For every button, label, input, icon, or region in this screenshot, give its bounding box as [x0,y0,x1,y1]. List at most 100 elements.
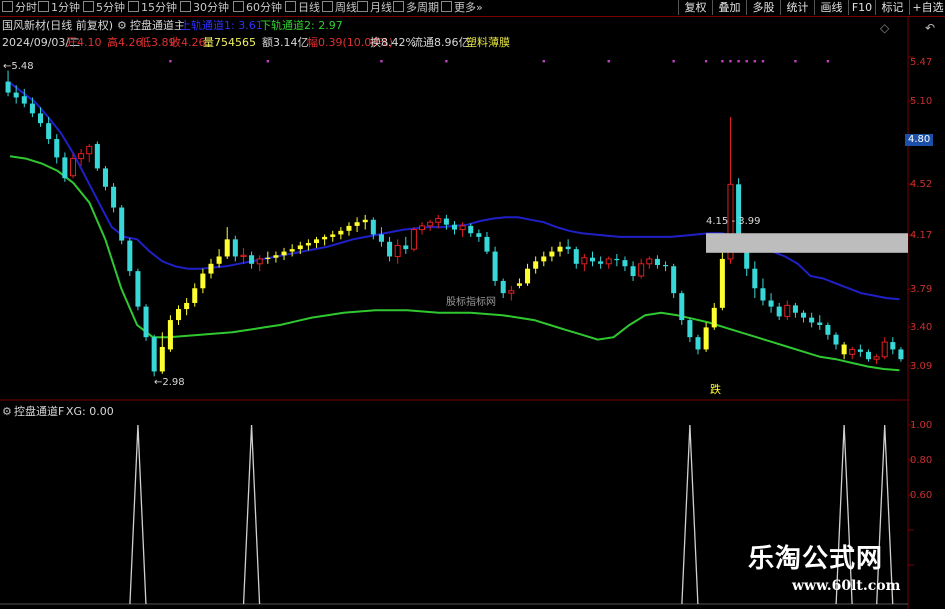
candle-body [549,251,555,257]
candle-body [78,153,85,160]
sub-tick: 1.00 [910,420,933,431]
candle-body [167,320,173,350]
candle-body [119,207,125,241]
price-tick: 3.09 [910,361,933,372]
sub-indicator-name[interactable]: 控盘通道F [14,405,64,418]
upper-band-label: 上轨通道1: 3.61 [180,19,263,32]
signal-dot [721,60,724,63]
source-label: 股标指标网 [446,297,496,308]
signal-dot [380,60,383,63]
signal-dot [704,60,708,63]
candle-body [873,356,880,360]
candle-body [492,251,498,281]
back-arrow-icon[interactable]: ↶ [925,22,935,35]
range-label: 4.15 - 3.99 [706,216,761,227]
candle-body [378,234,384,242]
candle-body [94,143,100,169]
close-price: 收4.26 [170,36,206,49]
candle-body [410,229,417,250]
stock-title: 国风新材(日线 前复权) [2,19,114,32]
candle-body [370,219,376,235]
signal-dot [607,60,610,63]
candle-body [557,246,563,252]
signal-dot [745,60,748,63]
candle-body [605,258,612,265]
signal-dot [826,60,830,63]
candle-body [403,245,409,250]
candle-body [792,305,798,313]
range-box [706,233,908,253]
xg-spike [242,424,261,605]
candle-body [127,240,133,272]
candle-body [273,255,279,258]
candle-body [224,239,230,257]
candle-body [768,300,774,307]
watermark-url: www.60lt.com [792,578,901,594]
candle-body [102,168,108,187]
candle-body [451,224,458,230]
candle-body [459,225,466,231]
candle-body [622,260,628,267]
price-tick: 4.52 [910,179,933,190]
candle-body [500,280,506,294]
candle-body [305,243,311,246]
candle-body [484,236,490,252]
current-price-tag: 4.80 [905,134,934,146]
xg-spike [129,424,147,605]
candle-body [736,184,742,240]
candle-body [801,312,807,318]
candle-body [54,139,60,158]
candle-body [200,273,206,289]
candle-body [297,245,303,250]
main-indicator-name[interactable]: 控盘通道主 [130,19,185,32]
price-tick: 5.47 [910,57,933,68]
candle-body [184,302,190,310]
diamond-icon[interactable]: ◇ [880,22,889,35]
candle-body [151,337,157,372]
candle-body [111,186,117,208]
candle-body [21,96,27,104]
candle-body [573,249,579,264]
candle-body [898,349,904,360]
candle-body [346,225,352,231]
signal-dot [169,60,172,63]
candle-body [330,234,336,237]
candle-body [703,327,709,350]
signal-dot [761,60,765,63]
signal-dot [794,60,797,63]
float-cap: 流通8.96亿 [412,36,470,49]
candle-body [256,258,263,265]
max-price-value: 5.48 [11,61,34,72]
min-price-label: ←2.98 [154,377,185,388]
candle-body [38,113,44,124]
candle-body [849,348,856,355]
price-tick: 3.79 [910,284,933,295]
candle-body [776,306,782,317]
candle-body [752,268,758,289]
candle-body [208,263,214,274]
candle-body [313,239,320,244]
candle-body [881,341,888,358]
candle-body [322,236,328,240]
turnover-rate: 换8.42% [370,36,416,49]
candle-body [29,103,35,114]
candle-body [630,266,636,277]
signal-dot [753,60,757,63]
candle-body [663,265,669,267]
price-tick: 3.40 [910,322,933,333]
signal-dot [672,60,675,63]
signal-dot [729,60,732,63]
sub-tick: 0.80 [910,455,933,466]
candle-body [249,255,255,264]
candle-body [69,158,77,177]
sector-label[interactable]: 塑料薄膜 [466,36,510,49]
candle-body [841,344,847,355]
candle-body [833,334,839,345]
candle-body [525,268,531,284]
signal-dot [737,60,740,63]
candle-body [890,342,896,350]
candle-body [5,81,11,93]
candlesticks [5,70,904,377]
xg-spike [681,424,699,605]
candle-body [46,123,52,140]
